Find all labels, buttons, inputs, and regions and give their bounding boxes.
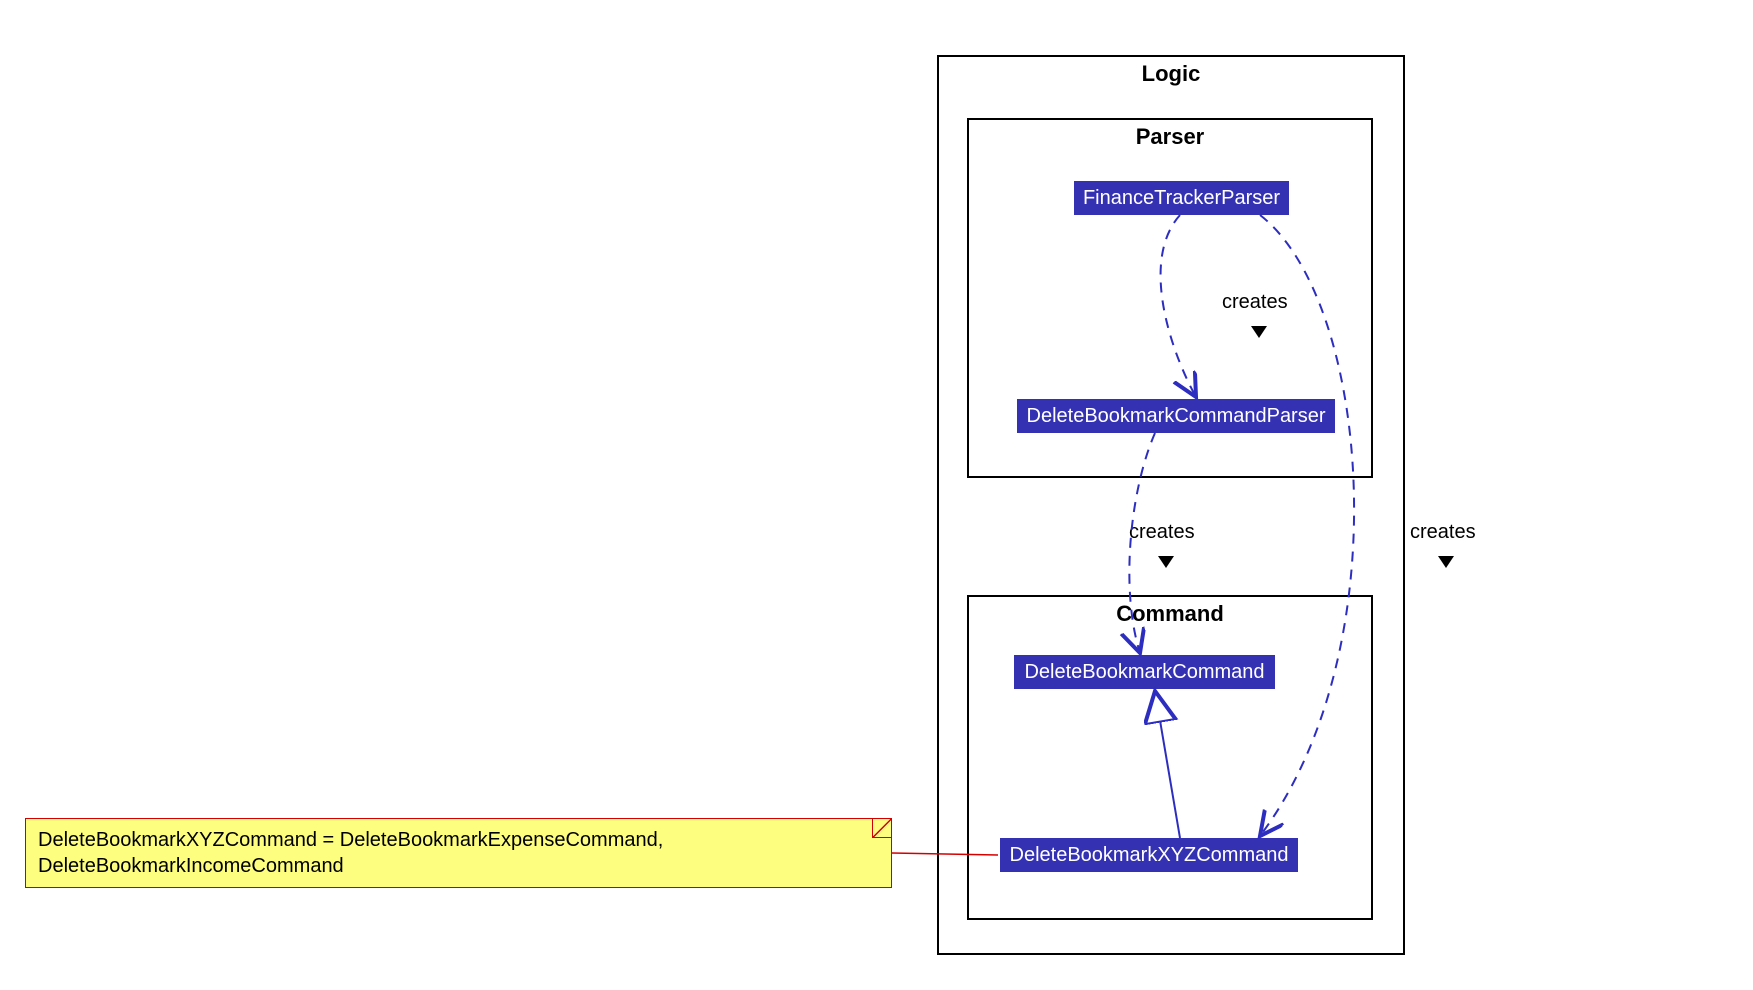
class-finance-tracker-parser: FinanceTrackerParser [1074, 181, 1289, 215]
label-creates-1: creates [1222, 291, 1288, 314]
note-fold-icon [872, 819, 891, 838]
triangle-down-icon-1 [1251, 326, 1267, 338]
class-delete-bookmark-xyz-command: DeleteBookmarkXYZCommand [1000, 838, 1298, 872]
note-delete-bookmark-xyz: DeleteBookmarkXYZCommand = DeleteBookmar… [25, 818, 892, 888]
label-creates-2: creates [1129, 521, 1195, 544]
command-frame-title: Command [969, 601, 1371, 627]
parser-frame-title: Parser [969, 124, 1371, 150]
class-delete-bookmark-command-parser: DeleteBookmarkCommandParser [1017, 399, 1335, 433]
triangle-down-icon-2 [1158, 556, 1174, 568]
class-delete-bookmark-command: DeleteBookmarkCommand [1014, 655, 1275, 689]
logic-frame-title: Logic [939, 61, 1403, 87]
triangle-down-icon-3 [1438, 556, 1454, 568]
label-creates-3: creates [1410, 521, 1476, 544]
note-line-2: DeleteBookmarkIncomeCommand [38, 853, 879, 879]
note-line-1: DeleteBookmarkXYZCommand = DeleteBookmar… [38, 827, 879, 853]
